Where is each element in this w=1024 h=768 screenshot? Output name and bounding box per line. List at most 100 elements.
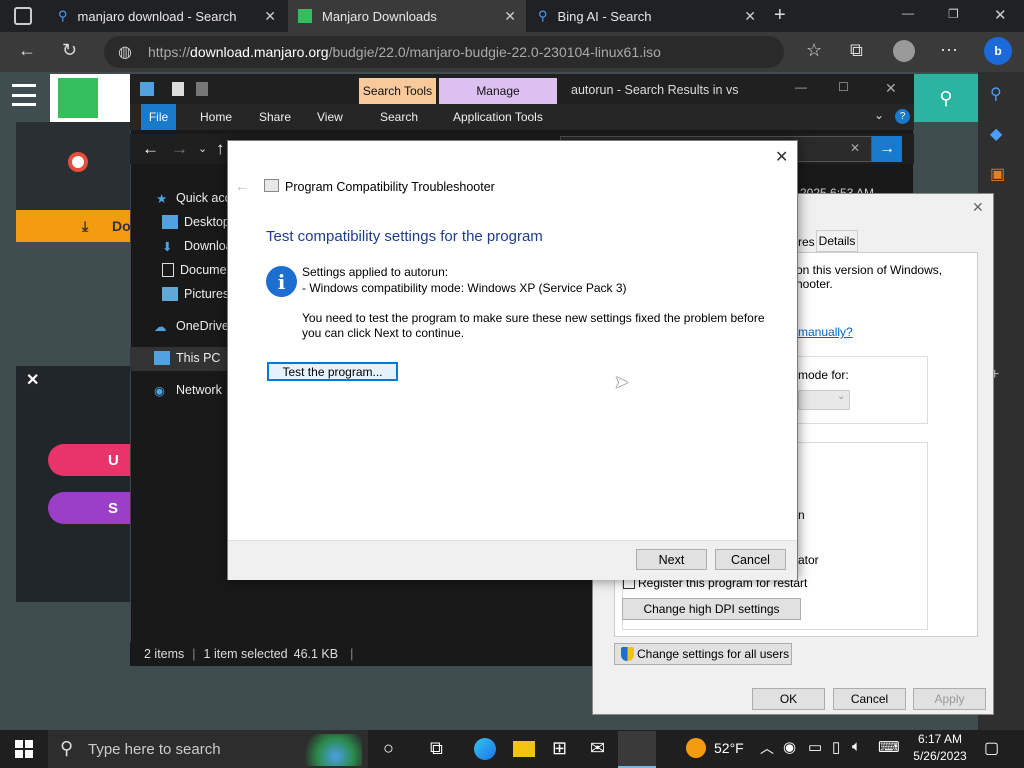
back-arrow-icon[interactable]: ← <box>18 40 36 61</box>
minimize-icon[interactable]: — <box>902 6 914 20</box>
maximize-icon[interactable]: ☐ <box>838 80 849 94</box>
ribbon-tab-search[interactable]: Search <box>380 110 418 124</box>
tab-manjaro-downloads[interactable]: Manjaro Downloads ✕ <box>288 0 526 32</box>
edge-icon[interactable] <box>474 738 496 760</box>
close-icon[interactable]: ✕ <box>885 80 897 97</box>
nav-network[interactable]: ◉ Network <box>154 383 222 398</box>
compat-mode-select[interactable]: ⌄ <box>798 390 850 410</box>
avatar[interactable] <box>893 40 915 62</box>
new-folder-icon[interactable] <box>196 82 208 96</box>
explorer-title: autorun - Search Results in vs <box>571 83 739 97</box>
ribbon-expand-icon[interactable]: ⌄ <box>874 108 884 122</box>
more-icon[interactable]: ⋯ <box>940 40 958 61</box>
network-icon[interactable]: ▭ <box>808 738 822 756</box>
cancel-button[interactable]: Cancel <box>715 549 786 570</box>
test-program-button[interactable]: Test the program... <box>267 362 398 381</box>
clock-date: 5/26/2023 <box>913 749 967 763</box>
url-input[interactable]: ◍ https://download.manjaro.org/budgie/22… <box>104 36 784 68</box>
volume-icon[interactable]: 🔈︎ <box>852 738 861 755</box>
cancel-button[interactable]: Cancel <box>833 688 906 710</box>
weather-temp[interactable]: 52°F <box>714 740 744 756</box>
nav-onedrive[interactable]: ☁ OneDrive <box>154 319 229 334</box>
up-arrow-icon[interactable]: ↑ <box>216 139 225 159</box>
close-icon[interactable]: ✕ <box>744 8 756 25</box>
tab-actions-icon[interactable] <box>14 7 32 25</box>
nav-quick-access[interactable]: ★ Quick acc <box>156 191 231 206</box>
ribbon-tab-share[interactable]: Share <box>259 110 291 124</box>
keyboard-icon[interactable]: ⌨ <box>878 738 900 756</box>
favorites-icon[interactable]: ☆ <box>806 40 822 61</box>
nav-label: Quick acc <box>176 191 231 205</box>
compat-mode-text: - Windows compatibility mode: Windows XP… <box>302 281 627 295</box>
search-icon: ⚲ <box>60 738 74 758</box>
tab-compatibility[interactable]: res <box>798 235 815 249</box>
new-tab-icon[interactable]: + <box>774 4 786 27</box>
taskbar-clock[interactable]: 6:17 AM 5/26/2023 <box>908 731 972 765</box>
change-all-users-button[interactable]: Change settings for all users <box>614 643 792 665</box>
ribbon-tab-home[interactable]: Home <box>200 110 232 124</box>
tag-icon[interactable]: ◆ <box>990 124 1002 144</box>
close-icon[interactable]: ✕ <box>504 8 516 25</box>
weather-icon[interactable] <box>686 738 706 758</box>
button-label: Cancel <box>850 692 889 706</box>
close-icon[interactable]: ✕ <box>264 8 276 25</box>
search-go-button[interactable]: → <box>872 136 902 162</box>
nav-downloads[interactable]: ⬇ Downloa <box>162 239 233 254</box>
store-icon[interactable]: ⊞ <box>552 738 567 759</box>
back-arrow-icon[interactable]: ← <box>142 139 159 159</box>
clear-search-icon[interactable]: ✕ <box>850 141 860 155</box>
restore-icon[interactable]: ❐ <box>948 7 959 21</box>
mail-icon[interactable]: ✉ <box>590 738 605 759</box>
help-icon[interactable]: ? <box>895 109 910 124</box>
battery-icon[interactable]: ▯ <box>832 738 840 756</box>
nav-this-pc[interactable]: This PC <box>154 351 220 365</box>
download-icon: ⬇ <box>162 240 173 254</box>
notification-icon[interactable]: ▢ <box>984 738 999 758</box>
next-button[interactable]: Next <box>636 549 707 570</box>
nav-desktop[interactable]: Desktop <box>162 215 230 229</box>
button-label: Test the program... <box>282 364 383 379</box>
close-icon[interactable]: ✕ <box>972 199 984 216</box>
tab-manjaro-download-search[interactable]: ⚲ manjaro download - Search ✕ <box>48 0 286 32</box>
nav-pictures[interactable]: Pictures <box>162 287 229 301</box>
search-icon[interactable]: ⚲ <box>990 84 1002 104</box>
nav-documents[interactable]: Docume <box>162 263 227 277</box>
properties-icon[interactable] <box>172 82 184 96</box>
windows-start-icon[interactable] <box>15 740 33 758</box>
button-label: Next <box>658 552 685 567</box>
popup-close-icon[interactable]: ✕ <box>26 370 39 390</box>
forward-arrow-icon[interactable]: → <box>171 139 188 159</box>
manual-link[interactable]: manually? <box>798 325 853 339</box>
file-explorer-icon[interactable] <box>513 741 535 757</box>
ribbon-tab-file[interactable]: File <box>141 104 176 130</box>
status-item-count: 2 items <box>144 647 185 661</box>
quick-access-toolbar-icon[interactable] <box>140 82 154 96</box>
ok-button[interactable]: OK <box>752 688 825 710</box>
apply-button[interactable]: Apply <box>913 688 986 710</box>
header-search-button[interactable]: ⚲ <box>912 74 980 122</box>
ribbon-tab-application-tools[interactable]: Application Tools <box>453 110 543 124</box>
tab-bing-ai-search[interactable]: ⚲ Bing AI - Search ✕ <box>528 0 766 32</box>
recent-locations-icon[interactable]: ⌄ <box>198 142 207 155</box>
active-app-icon[interactable] <box>618 731 656 768</box>
dialog-close-icon[interactable]: ✕ <box>775 147 788 167</box>
tab-search-tools[interactable]: Search Tools <box>359 78 436 104</box>
change-dpi-button[interactable]: Change high DPI settings <box>622 598 801 620</box>
chevron-up-icon[interactable]: ︿ <box>760 738 774 758</box>
refresh-icon[interactable]: ↻ <box>62 40 77 61</box>
hamburger-menu-icon[interactable] <box>12 84 36 106</box>
collections-icon[interactable]: ⧉ <box>850 40 863 61</box>
close-window-icon[interactable]: ✕ <box>994 6 1007 24</box>
minimize-icon[interactable]: — <box>795 80 807 94</box>
record-icon[interactable]: ◉ <box>783 738 796 756</box>
tab-details[interactable]: Details <box>816 230 858 252</box>
bing-icon[interactable]: b <box>984 37 1012 65</box>
tab-label: manjaro download - Search <box>77 8 237 24</box>
dialog-back-icon[interactable]: ← <box>235 178 249 194</box>
tab-manage[interactable]: Manage <box>439 78 557 104</box>
cortana-icon[interactable]: ○ <box>383 738 394 759</box>
ribbon-tab-view[interactable]: View <box>317 110 343 124</box>
task-view-icon[interactable]: ⧉ <box>430 738 443 759</box>
toolbox-icon[interactable]: ▣ <box>990 164 1005 184</box>
download-button[interactable]: ⤓ Do <box>16 210 131 242</box>
